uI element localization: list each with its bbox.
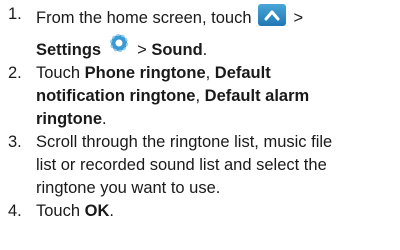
sound-label: Sound <box>151 41 203 59</box>
step-text: Touch Phone ringtone, Default notificati… <box>36 64 310 128</box>
notification-ringtone-label: notification ringtone <box>36 87 196 105</box>
instruction-list: 1. From the home screen, touch > Settings… <box>0 0 400 250</box>
ringtone-label: ringtone <box>36 110 102 128</box>
default-alarm-label: Default alarm <box>204 87 310 105</box>
step-text: Scroll through the ringtone list, music … <box>36 131 396 200</box>
step-number: 4. <box>8 202 22 220</box>
settings-gear-icon <box>109 33 129 53</box>
step-text-line: Scroll through the ringtone list, music … <box>36 133 333 151</box>
separator: > <box>293 9 304 27</box>
separator: > <box>137 41 147 59</box>
ok-label: OK <box>84 202 110 220</box>
step-text-line: list or recorded sound list and select t… <box>36 156 327 174</box>
step-text: Touch OK. <box>36 202 114 220</box>
step-text: From the home screen, touch > Settings > S… <box>36 3 396 63</box>
step-number: 2. <box>8 64 22 82</box>
phone-ringtone-label: Phone ringtone <box>84 64 206 82</box>
step-number: 1. <box>8 5 22 23</box>
chevron-up-icon <box>257 4 286 26</box>
default-label: Default <box>214 64 271 82</box>
step-text-line: ringtone you want to use. <box>36 179 221 197</box>
step-number: 3. <box>8 133 22 151</box>
settings-label: Settings <box>36 41 102 59</box>
step-text-line: From the home screen, touch <box>36 9 252 27</box>
